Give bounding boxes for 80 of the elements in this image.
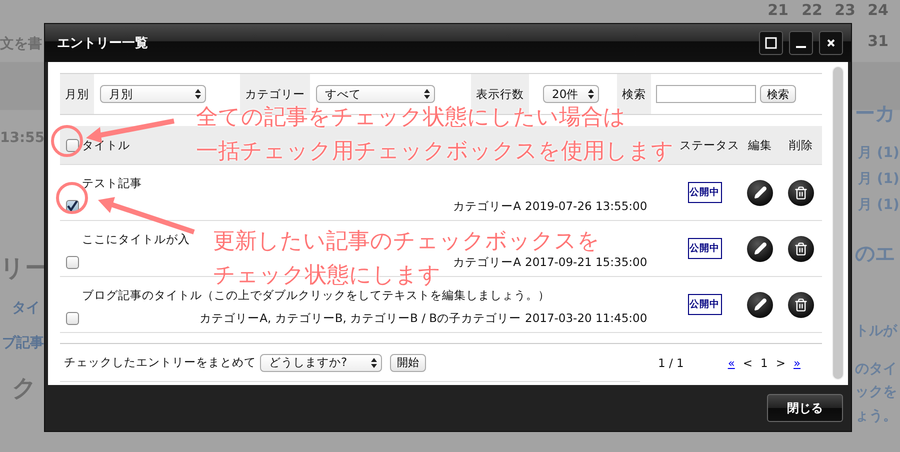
pencil-icon [754, 242, 766, 255]
background-text: ょう。 [855, 407, 897, 425]
status-badge: 公開中 [688, 182, 722, 203]
minus-icon [796, 46, 806, 48]
pager-link[interactable]: « [728, 356, 735, 370]
entry-date: 2017-09-21 15:35:00 [525, 255, 645, 270]
background-text: トルが [855, 322, 897, 340]
calendar-day: 23 [829, 1, 861, 19]
column-header: 編集 [748, 138, 772, 152]
edit-button[interactable] [747, 292, 773, 318]
column-header: 削除 [789, 138, 813, 152]
background-text: ーカ [855, 100, 895, 127]
updown-icon [371, 358, 377, 368]
calendar-day: 22 [796, 1, 828, 19]
close-dialog-button[interactable]: 閉じる [767, 394, 843, 422]
entry-title[interactable]: ここにタイトルが入 [82, 232, 190, 248]
maximize-button[interactable] [759, 31, 783, 55]
page-info: 1 / 1 [658, 356, 684, 370]
pager-link[interactable]: » [793, 356, 801, 370]
square-icon [765, 37, 777, 49]
bulk-action-select[interactable]: どうしますか? [260, 354, 382, 372]
delete-button[interactable] [788, 292, 814, 318]
background-text: 月 (1) [858, 170, 900, 188]
trash-icon [794, 186, 808, 200]
bulk-action-label: チェックしたエントリーをまとめて [64, 355, 256, 370]
entry-category: カテゴリーA [452, 198, 522, 214]
start-button[interactable]: 開始 [390, 354, 426, 372]
entry-date: 2019-07-26 13:55:00 [525, 199, 645, 214]
pager-text: < [742, 356, 753, 370]
check-icon [67, 200, 78, 212]
search-button[interactable]: 検索 [760, 85, 796, 103]
delete-button[interactable] [788, 180, 814, 206]
month-select[interactable]: 月別 [100, 85, 206, 103]
trash-icon [794, 242, 808, 256]
updown-icon [424, 89, 430, 99]
row-checkbox[interactable] [66, 256, 79, 269]
background-text: タイ [12, 299, 40, 317]
close-button[interactable] [819, 31, 843, 55]
pencil-icon [754, 298, 766, 311]
close-icon [827, 39, 835, 47]
entry-title[interactable]: ブログ記事のタイトル（この上でダブルクリックをしてテキストを編集しましょう。） [82, 288, 550, 304]
category-select[interactable]: すべて [316, 85, 435, 103]
delete-button[interactable] [788, 236, 814, 262]
edit-button[interactable] [747, 236, 773, 262]
row-checkbox[interactable] [66, 312, 79, 325]
search-field[interactable] [656, 85, 756, 103]
dialog-title: エントリー一覧 [57, 35, 148, 52]
entry-title[interactable]: テスト記事 [82, 176, 142, 192]
pencil-icon [754, 186, 766, 199]
updown-icon [195, 89, 201, 99]
entry-category: カテゴリーA, カテゴリーB, カテゴリーB / Bの子カテゴリー [198, 310, 522, 326]
entry-category: カテゴリーA [452, 254, 522, 270]
rows-select[interactable]: 20件 [543, 85, 599, 103]
scrollbar[interactable] [832, 66, 844, 380]
filter-label: 月別 [60, 74, 94, 114]
background-text: のエ [855, 240, 895, 267]
pager-text: > [776, 356, 786, 370]
background-text: ックを [855, 383, 897, 401]
edit-button[interactable] [747, 180, 773, 206]
pager-text: 1 [760, 356, 768, 370]
select-all-checkbox[interactable] [66, 138, 79, 152]
calendar-day: 31 [862, 32, 894, 50]
calendar-day: 21 [762, 1, 794, 19]
highlight-circle [50, 124, 84, 158]
updown-icon [588, 89, 594, 99]
background-text: ブ記事 [2, 334, 44, 352]
trash-icon [794, 298, 808, 312]
column-header: ステータス [680, 138, 740, 152]
calendar-day: 24 [862, 1, 894, 19]
background-text: のタイ [855, 360, 897, 378]
annotation-text: 一括チェック用チェックボックスを使用します [196, 138, 674, 166]
background-text: 月 (1) [858, 196, 900, 214]
status-badge: 公開中 [688, 238, 722, 259]
minimize-button[interactable] [789, 31, 813, 55]
column-header: タイトル [82, 138, 130, 152]
status-badge: 公開中 [688, 294, 722, 315]
entry-date: 2017-03-20 11:45:00 [525, 311, 645, 326]
annotation-text: 更新したい記事のチェックボックスを [213, 228, 600, 256]
background-text: 月 (1) [858, 144, 900, 162]
annotation-text: チェック状態にします [213, 262, 441, 290]
